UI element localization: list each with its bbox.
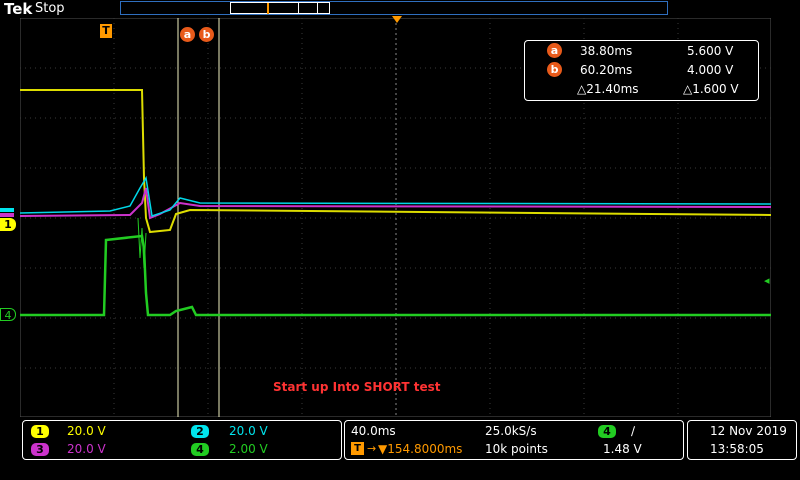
trigger-slope-icon[interactable]: ∕ <box>631 424 635 438</box>
channel-2-badge[interactable]: 2 <box>191 425 209 438</box>
acquisition-status[interactable]: Stop <box>35 1 65 16</box>
cursor-b-time: 60.20ms <box>580 63 633 77</box>
timebase-trigger-panel[interactable]: 40.0ms 25.0kS/s T → ▼154.8000ms 10k poin… <box>344 420 684 460</box>
trigger-time-arrow-icon <box>392 16 402 23</box>
channel-4-ground-marker[interactable]: 4 <box>0 308 16 322</box>
trigger-level-arrow-icon: ◂ <box>764 274 770 287</box>
time-display: 13:58:05 <box>710 442 764 456</box>
channel-1-ground-marker[interactable]: 1 <box>0 218 16 231</box>
record-overview-bar[interactable] <box>120 1 668 15</box>
delta-time: △21.40ms <box>577 82 639 96</box>
record-cursor-a-marker <box>298 3 299 14</box>
record-view-window[interactable] <box>230 2 330 14</box>
channel-4-badge[interactable]: 4 <box>191 443 209 456</box>
cursor-a-marker[interactable]: a <box>180 23 195 42</box>
trigger-source-badge[interactable]: 4 <box>598 425 616 438</box>
trigger-arrow-icon: → <box>367 442 377 455</box>
bottom-status-bar: 1 20.0 V 3 20.0 V 2 20.0 V 4 2.00 V 40.0… <box>0 418 800 480</box>
record-trigger-marker <box>267 3 269 14</box>
trigger-marker-icon[interactable]: T <box>100 24 112 38</box>
trigger-position-icon: T <box>351 442 364 455</box>
channel-2-scale[interactable]: 20.0 V <box>229 424 268 438</box>
cursor-a-voltage: 5.600 V <box>687 44 734 58</box>
channel-3-badge[interactable]: 3 <box>31 443 49 456</box>
channel-3-scale[interactable]: 20.0 V <box>67 442 106 456</box>
channel-1-scale[interactable]: 20.0 V <box>67 424 106 438</box>
cursor-a-time: 38.80ms <box>580 44 633 58</box>
trigger-level[interactable]: 1.48 V <box>603 442 642 456</box>
horizontal-position[interactable]: ▼154.8000ms <box>378 442 462 456</box>
cursor-b-badge: b <box>547 62 562 77</box>
channel-1-badge[interactable]: 1 <box>31 425 49 438</box>
channel-scale-panel[interactable]: 1 20.0 V 3 20.0 V 2 20.0 V 4 2.00 V <box>22 420 342 460</box>
delta-voltage: △1.600 V <box>683 82 739 96</box>
record-cursor-b-marker <box>317 3 318 14</box>
brand-logo: Tek <box>4 0 33 18</box>
cursor-a-badge: a <box>547 43 562 58</box>
datetime-panel: 12 Nov 2019 13:58:05 <box>687 420 797 460</box>
horizontal-scale[interactable]: 40.0ms <box>351 424 396 438</box>
channel-4-scale[interactable]: 2.00 V <box>229 442 268 456</box>
cursor-b-voltage: 4.000 V <box>687 63 734 77</box>
sample-rate: 25.0kS/s <box>485 424 537 438</box>
cursor-b-marker[interactable]: b <box>199 23 214 42</box>
record-length: 10k points <box>485 442 548 456</box>
cursor-readout-panel: a 38.80ms 5.600 V b 60.20ms 4.000 V △21.… <box>524 40 759 101</box>
channel-3-ground-marker[interactable] <box>0 213 14 217</box>
channel-2-ground-marker[interactable] <box>0 208 14 212</box>
date-display: 12 Nov 2019 <box>710 424 787 438</box>
annotation-text: Start up Into SHORT test <box>273 380 441 394</box>
